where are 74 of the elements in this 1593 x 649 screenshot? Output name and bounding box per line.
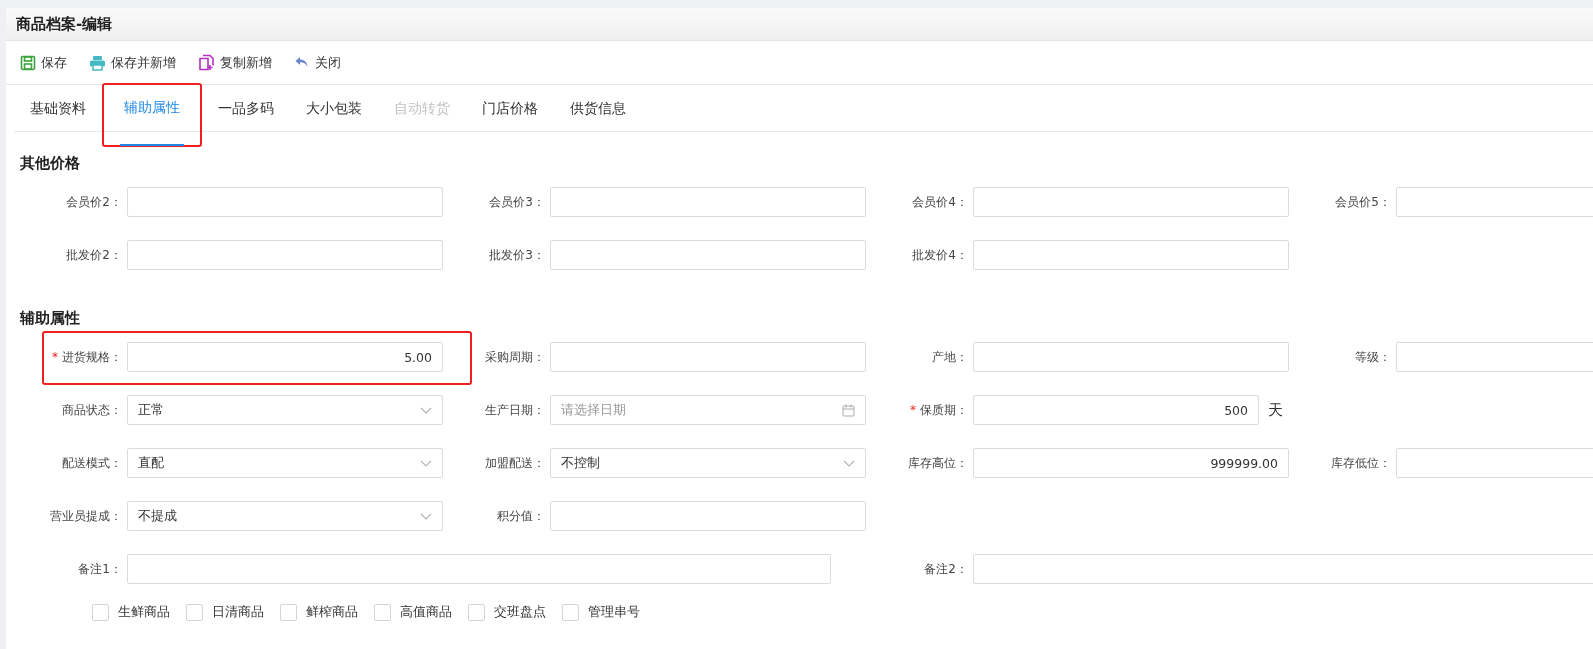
toolbar-button[interactable]: 关闭 [290,51,345,74]
tab[interactable]: 基础资料 [14,85,102,131]
toolbar-button[interactable]: 复制新增 [194,51,276,74]
input-field[interactable] [550,501,866,531]
tab[interactable]: 供货信息 [554,85,642,131]
checkbox[interactable] [562,603,579,621]
window-title: 商品档案-编辑 [16,14,113,34]
checkbox-label: 生鲜商品 [118,603,170,621]
input-field[interactable] [550,187,866,217]
field-label: 加盟配送： [484,454,545,472]
field-label: * 进货规格： [51,348,122,366]
save-icon [20,54,36,71]
field-label: 会员价5： [1334,193,1391,211]
input-field[interactable] [127,240,443,270]
field-label: 批发价2： [65,246,122,264]
field-label: 会员价2： [65,193,122,211]
field-label: 备注1： [77,560,122,578]
toolbar-button[interactable]: 保存 [16,51,71,74]
select-field[interactable]: 不控制 [550,448,866,478]
printer-icon [89,54,106,71]
field-label: 批发价3： [488,246,545,264]
input-field[interactable]: 5.00 [127,342,443,372]
select-field[interactable]: 直配 [127,448,443,478]
field-label: 生产日期： [484,401,545,419]
tab[interactable]: 门店价格 [466,85,554,131]
checkbox-label: 交班盘点 [494,603,546,621]
field-label: * 保质期： [909,401,968,419]
tab[interactable]: 大小包装 [290,85,378,131]
field-label: 商品状态： [61,401,122,419]
input-field[interactable]: 999999.00 [973,448,1289,478]
input-field[interactable]: 500 [973,395,1259,425]
field-label: 会员价4： [911,193,968,211]
field-label: 配送模式： [61,454,122,472]
field-label: 库存低位： [1330,454,1391,472]
field-label: 采购周期： [484,348,545,366]
section-title: 其他价格 [19,153,81,174]
checkbox[interactable] [92,603,109,621]
checkbox-label: 鲜榨商品 [306,603,358,621]
field-label: 库存高位： [907,454,968,472]
input-field[interactable] [973,554,1593,584]
field-label: 批发价4： [911,246,968,264]
checkbox[interactable] [468,603,485,621]
section-title: 辅助属性 [18,308,81,329]
select-field[interactable]: 正常 [127,395,443,425]
tab[interactable]: 辅助属性 [102,83,202,147]
unit-label: 天 [1268,400,1283,420]
chevron-down-icon [843,459,855,467]
checkbox[interactable] [374,603,391,621]
tab[interactable]: 一品多码 [202,85,290,131]
checkbox[interactable] [280,603,297,621]
chevron-down-icon [420,406,432,414]
select-field[interactable]: 不提成 [127,501,443,531]
input-field[interactable] [127,187,443,217]
checkbox-label: 高值商品 [400,603,452,621]
input-field[interactable] [973,187,1289,217]
chevron-down-icon [420,512,432,520]
input-field[interactable] [550,240,866,270]
checkbox[interactable] [186,603,203,621]
checkbox-label: 管理串号 [588,603,640,621]
input-field[interactable] [973,342,1289,372]
chevron-down-icon [420,459,432,467]
field-label: 等级： [1354,348,1391,366]
input-field[interactable] [550,342,866,372]
field-label: 备注2： [923,560,968,578]
field-label: 积分值： [496,507,545,525]
input-field[interactable] [973,240,1289,270]
copy-add-icon [198,54,215,71]
field-label: 产地： [931,348,968,366]
calendar-icon [842,403,855,417]
field-label: 营业员提成： [49,507,122,525]
input-field[interactable] [127,554,831,584]
field-label: 会员价3： [488,193,545,211]
checkbox-label: 日清商品 [212,603,264,621]
toolbar-button[interactable]: 保存并新增 [85,51,180,74]
